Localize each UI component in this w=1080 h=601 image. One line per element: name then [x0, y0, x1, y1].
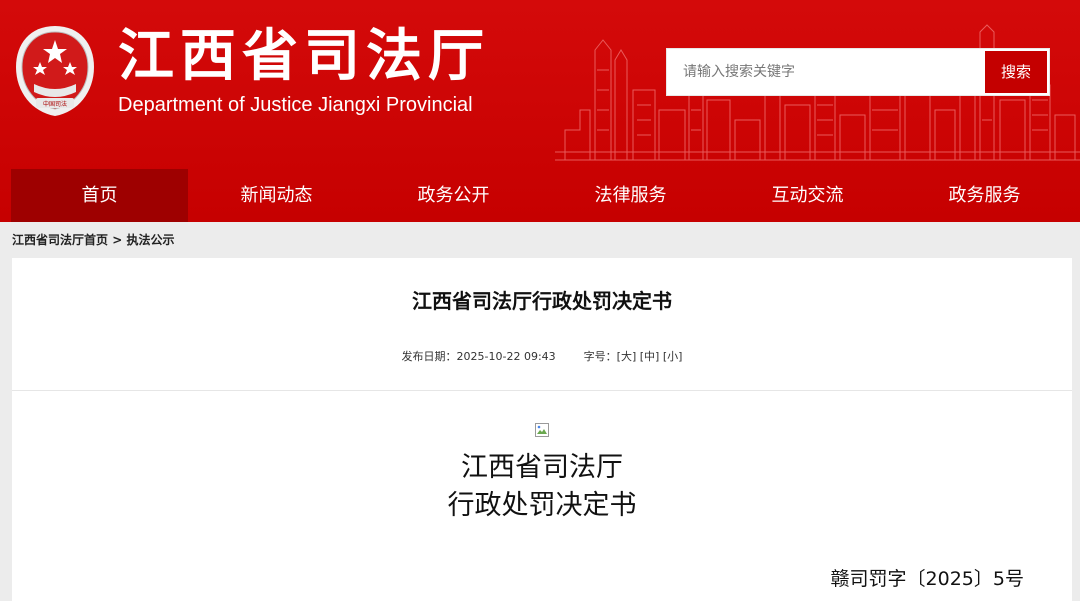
breadcrumb-home-link[interactable]: 江西省司法厅首页 [12, 233, 108, 247]
nav-item-government-affairs[interactable]: 政务公开 [365, 169, 542, 222]
meta-divider [12, 390, 1072, 391]
font-size-small-link[interactable]: [小] [663, 350, 683, 363]
nav-item-gov-services[interactable]: 政务服务 [896, 169, 1073, 222]
nav-item-interaction[interactable]: 互动交流 [719, 169, 896, 222]
article-card: 江西省司法厅行政处罚决定书 发布日期：2025-10-22 09:43 字号：[大… [12, 258, 1072, 601]
breadcrumb-separator: > [108, 233, 127, 247]
breadcrumb-current-link[interactable]: 执法公示 [126, 233, 174, 247]
nav-item-home[interactable]: 首页 [11, 169, 188, 222]
site-title: 江西省司法厅 [118, 23, 490, 89]
main-nav: 首页 新闻动态 政务公开 法律服务 互动交流 政务服务 [0, 169, 1080, 222]
nav-item-legal-services[interactable]: 法律服务 [542, 169, 719, 222]
article-meta: 发布日期：2025-10-22 09:43 字号：[大] [中] [小] [12, 350, 1072, 364]
emblem-text: 中国司法 [43, 100, 67, 108]
nav-item-news[interactable]: 新闻动态 [188, 169, 365, 222]
publish-date-label: 发布日期： [401, 350, 457, 363]
breadcrumb: 江西省司法厅首页 > 执法公示 [12, 232, 174, 248]
document-type: 行政处罚决定书 [447, 490, 637, 521]
font-size-large-link[interactable]: [大] [617, 350, 637, 363]
publish-date: 2025-10-22 09:43 [456, 350, 556, 363]
justice-emblem-logo: 中国司法 [16, 26, 94, 116]
site-subtitle: Department of Justice Jiangxi Provincial [118, 94, 473, 116]
article-title: 江西省司法厅行政处罚决定书 [412, 289, 672, 313]
broken-image-icon [535, 423, 549, 437]
search-input[interactable] [667, 49, 985, 95]
document-issuer: 江西省司法厅 [461, 452, 623, 483]
search-box: 搜索 [666, 48, 1050, 96]
document-number: 赣司罚字〔2025〕5号 [830, 568, 1024, 590]
site-header: 中国司法 江西省司法厅 Department of Justice Jiangx… [0, 0, 1080, 222]
font-size-label: 字号： [583, 350, 617, 363]
search-button[interactable]: 搜索 [985, 51, 1047, 93]
font-size-medium-link[interactable]: [中] [640, 350, 660, 363]
